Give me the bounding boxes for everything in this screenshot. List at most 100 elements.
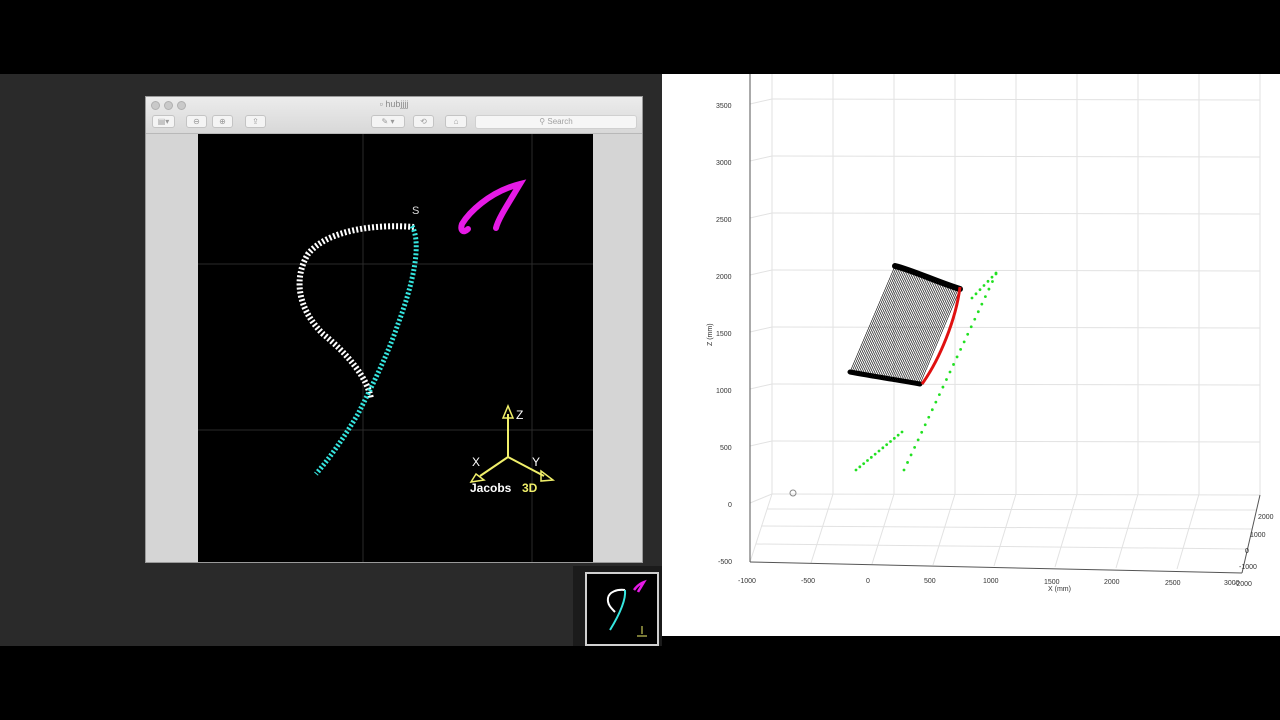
trajectory-drawing: S Z X Y Jacobs 3D	[198, 134, 593, 562]
sweep-line	[851, 266, 897, 373]
green-point	[913, 445, 917, 449]
y-tick: 1000	[1250, 532, 1266, 539]
z-axis-label: Z (mm)	[707, 323, 714, 346]
sidebar-icon[interactable]: ▤▾	[152, 115, 175, 128]
sweep-line	[861, 269, 907, 375]
green-point	[994, 271, 998, 275]
green-point	[980, 302, 984, 306]
sweep-line	[856, 268, 902, 374]
green-point	[969, 325, 973, 329]
sweep-line	[853, 267, 899, 373]
x-tick: -500	[801, 578, 815, 585]
z-tick: 0	[728, 502, 732, 509]
zoom-out-icon[interactable]: ⊖	[186, 115, 207, 128]
pen-icon[interactable]: ✎ ▾	[371, 115, 405, 128]
zoom-in-icon[interactable]: ⊕	[212, 115, 233, 128]
green-point	[902, 468, 906, 472]
green-point	[900, 430, 904, 434]
magenta-trace	[458, 179, 527, 235]
green-point	[955, 355, 959, 359]
green-point	[896, 433, 900, 437]
green-point	[945, 378, 948, 381]
green-point	[881, 446, 885, 450]
logo-accent: 3D	[522, 481, 538, 495]
red-path	[920, 286, 962, 385]
green-point	[991, 280, 994, 283]
z-tick-labels: 3500 3000 2500 2000 1500 1000 500 0 -500	[716, 103, 732, 566]
window-thumbnail[interactable]	[585, 572, 659, 646]
z-tick: -500	[718, 559, 732, 566]
x-tick: 2500	[1165, 580, 1181, 587]
z-tick: 2000	[716, 274, 732, 281]
preview-window[interactable]: ▫ hubjjjj ▤▾ ⊖ ⊕ ⇪ ✎ ▾ ⟲ ⌂ ⚲ Search S Z …	[145, 96, 643, 563]
rotate-icon[interactable]: ⟲	[413, 115, 434, 128]
green-point	[923, 423, 927, 427]
x-tick: 0	[866, 578, 870, 585]
sweep-line	[907, 284, 949, 383]
y-tick: 2000	[1258, 514, 1274, 521]
white-trace	[296, 223, 415, 400]
search-input[interactable]: ⚲ Search	[475, 115, 637, 129]
green-point	[990, 275, 994, 279]
y-tick: -2000	[1234, 581, 1252, 588]
plot-window[interactable]: 3500 3000 2500 2000 1500 1000 500 0 -500…	[662, 74, 1280, 636]
green-point	[948, 370, 952, 374]
green-point	[952, 363, 955, 366]
window-titlebar[interactable]: ▫ hubjjjj ▤▾ ⊖ ⊕ ⇪ ✎ ▾ ⟲ ⌂ ⚲ Search	[146, 97, 642, 134]
green-point	[941, 385, 945, 389]
green-point	[906, 461, 909, 464]
sweep-line	[849, 265, 896, 373]
cyan-trace	[314, 224, 419, 476]
green-point	[983, 295, 987, 299]
green-point	[869, 455, 873, 459]
plot-3d-axes[interactable]: 3500 3000 2500 2000 1500 1000 500 0 -500…	[662, 74, 1280, 636]
green-point	[976, 310, 980, 314]
x-axis-label: X (mm)	[1048, 586, 1071, 593]
green-point	[885, 443, 889, 447]
x-tick: -1000	[738, 578, 756, 585]
plot-grid	[749, 74, 1261, 570]
cursor-icon	[789, 489, 797, 497]
green-point	[889, 440, 892, 443]
green-point	[877, 449, 881, 453]
window-title-text: hubjjjj	[385, 99, 409, 109]
start-marker: S	[412, 205, 419, 217]
share-icon[interactable]: ⇪	[245, 115, 266, 128]
sweep-line	[860, 269, 906, 374]
sweep-line	[858, 268, 904, 374]
green-point	[930, 408, 934, 412]
z-tick: 1500	[716, 331, 732, 338]
window-title: ▫ hubjjjj	[379, 99, 409, 109]
y-tick-labels: 2000 1000 0 -1000 -2000	[1234, 514, 1274, 588]
axis-z-label: Z	[516, 408, 523, 422]
x-tick: 1000	[983, 578, 999, 585]
green-point	[909, 453, 913, 457]
x-tick: 2000	[1104, 579, 1120, 586]
green-point	[937, 393, 941, 397]
logo-text: Jacobs	[470, 481, 512, 495]
sweep-line	[854, 267, 901, 374]
z-tick: 1000	[716, 388, 732, 395]
sweep-line	[905, 284, 948, 382]
green-point	[959, 347, 963, 351]
green-point	[892, 436, 896, 440]
z-tick: 3500	[716, 103, 732, 110]
green-point	[862, 462, 866, 466]
green-point	[982, 284, 986, 287]
sweep-line	[865, 271, 910, 375]
sweep-line	[900, 282, 943, 381]
document-area: S Z X Y Jacobs 3D	[146, 134, 642, 562]
axis-y-label: Y	[532, 455, 540, 469]
plot-axes-lines	[749, 74, 1261, 574]
sweep-line	[909, 285, 951, 383]
green-point	[973, 317, 977, 321]
green-point	[970, 296, 974, 300]
search-placeholder: Search	[547, 117, 573, 126]
z-tick: 2500	[716, 217, 732, 224]
toolbox-icon[interactable]: ⌂	[445, 115, 467, 128]
sweep-line	[903, 283, 946, 382]
green-point	[920, 430, 924, 434]
sweep-line	[895, 280, 938, 380]
x-tick-labels: -1000 -500 0 500 1000 1500 2000 2500 300…	[738, 578, 1240, 587]
green-point	[927, 415, 931, 419]
